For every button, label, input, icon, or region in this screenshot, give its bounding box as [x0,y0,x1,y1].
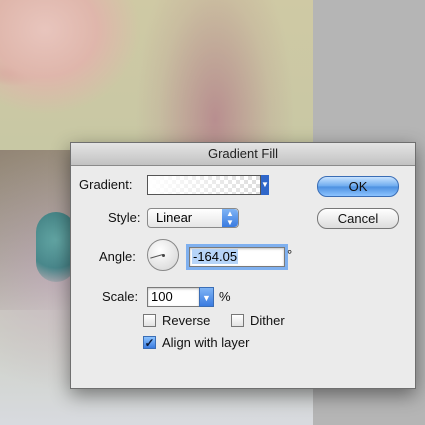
scale-combo[interactable]: 100 ▼ [147,287,214,307]
angle-dial-center [162,254,165,257]
angle-dial[interactable] [147,239,179,271]
gradient-dropdown-arrow-icon[interactable]: ▼ [261,175,269,195]
stepper-arrows-icon: ▲ ▼ [222,209,238,227]
angle-input[interactable]: -164.05 [186,244,288,270]
reverse-checkbox[interactable] [143,314,156,327]
gradient-preview[interactable] [147,175,261,195]
align-with-layer-checkbox[interactable]: ✓ [143,336,156,349]
style-select-value: Linear [156,210,193,225]
percent-symbol: % [219,289,231,304]
degree-symbol: ° [287,247,293,262]
angle-input-value: -164.05 [192,249,239,264]
gradient-fill-dialog: Gradient Fill Gradient: ▼ Style: Linear … [70,142,416,389]
cancel-button[interactable]: Cancel [317,208,399,229]
scale-input[interactable]: 100 [147,287,200,307]
dialog-title: Gradient Fill [71,143,415,166]
dither-checkbox[interactable] [231,314,244,327]
angle-label: Angle: [99,249,136,264]
reverse-label: Reverse [162,313,211,328]
ok-button[interactable]: OK [317,176,399,197]
style-label: Style: [108,210,141,225]
align-with-layer-label: Align with layer [162,335,250,350]
scale-input-value: 100 [151,289,173,304]
style-select[interactable]: Linear ▲ ▼ [147,208,239,228]
checkmark-icon: ✓ [144,336,155,350]
scale-label: Scale: [102,289,139,304]
dither-label: Dither [250,313,285,328]
scale-dropdown-arrow-icon[interactable]: ▼ [199,287,214,307]
gradient-label: Gradient: [79,177,133,192]
